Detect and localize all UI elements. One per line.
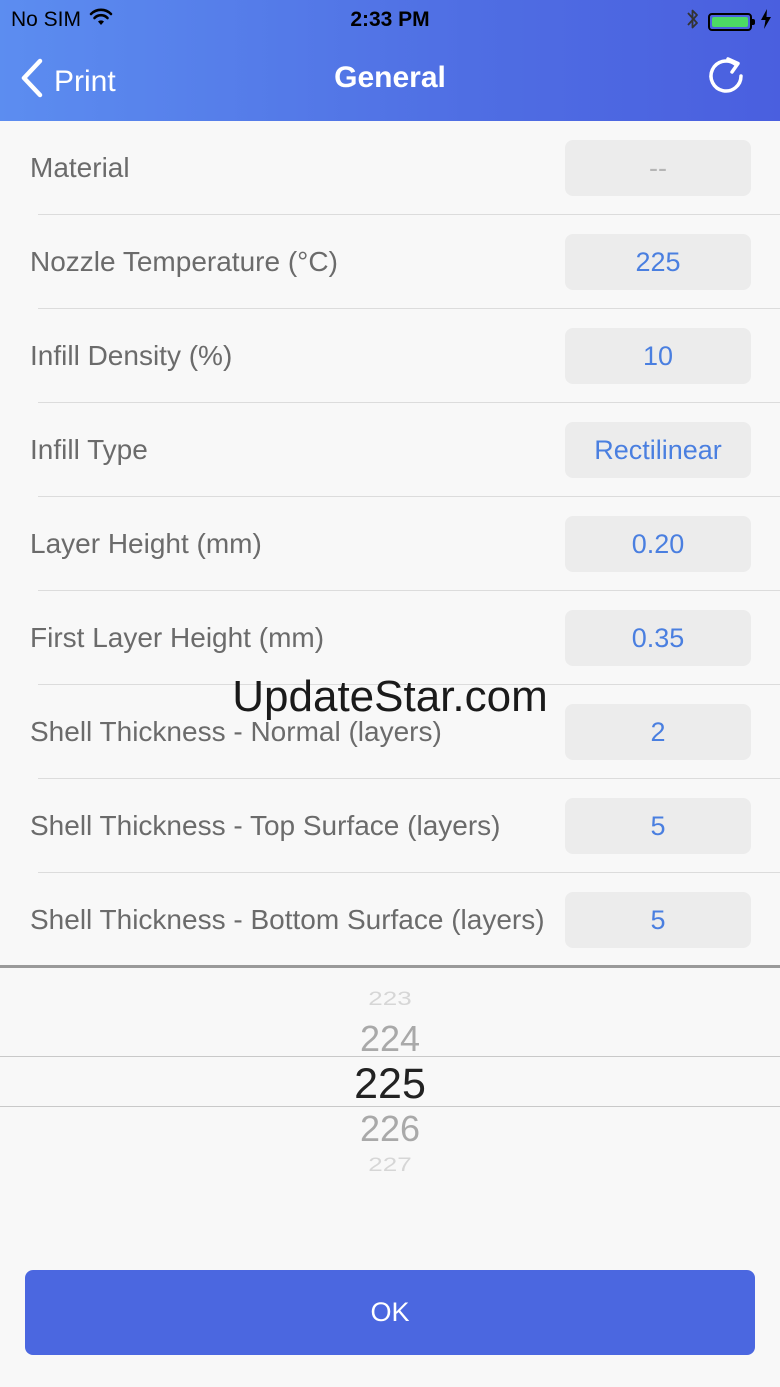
- setting-value-field[interactable]: 0.20: [565, 516, 751, 572]
- setting-row-infill-density: Infill Density (%) 10: [0, 309, 780, 403]
- page-title: General: [334, 61, 446, 94]
- bluetooth-icon: [686, 7, 700, 37]
- header: No SIM 2:33 PM Print General: [0, 0, 780, 121]
- setting-label: Material: [30, 152, 130, 183]
- status-bar: No SIM 2:33 PM: [0, 0, 780, 40]
- settings-list: Material -- Nozzle Temperature (°C) 225 …: [0, 121, 780, 967]
- setting-row-shell-normal: Shell Thickness - Normal (layers) 2: [0, 685, 780, 779]
- picker-selected-option[interactable]: 225: [0, 1060, 780, 1109]
- setting-value-field[interactable]: 5: [565, 798, 751, 854]
- setting-row-material: Material --: [0, 121, 780, 215]
- setting-row-first-layer-height: First Layer Height (mm) 0.35: [0, 591, 780, 685]
- setting-value-field[interactable]: Rectilinear: [565, 422, 751, 478]
- refresh-icon[interactable]: [706, 56, 746, 96]
- picker-option[interactable]: 223: [0, 987, 780, 1010]
- setting-value-field[interactable]: 0.35: [565, 610, 751, 666]
- setting-label: Infill Type: [30, 434, 148, 465]
- nav-bar: Print General: [0, 40, 780, 121]
- setting-row-shell-top: Shell Thickness - Top Surface (layers) 5: [0, 779, 780, 873]
- setting-label: Shell Thickness - Normal (layers): [30, 716, 442, 747]
- setting-label: First Layer Height (mm): [30, 622, 325, 653]
- setting-value-field[interactable]: 10: [565, 328, 751, 384]
- setting-row-layer-height: Layer Height (mm) 0.20: [0, 497, 780, 591]
- setting-label: Nozzle Temperature (°C): [30, 246, 338, 277]
- setting-row-shell-bottom: Shell Thickness - Bottom Surface (layers…: [0, 873, 780, 967]
- value-picker-wheel[interactable]: 223 224 225 226 227: [0, 968, 780, 1218]
- setting-value-field[interactable]: --: [565, 140, 751, 196]
- picker-option[interactable]: 227: [0, 1153, 780, 1176]
- setting-value-field[interactable]: 5: [565, 892, 751, 948]
- picker-option[interactable]: 226: [0, 1108, 780, 1150]
- picker-option[interactable]: 224: [0, 1018, 780, 1060]
- setting-row-nozzle-temperature: Nozzle Temperature (°C) 225: [0, 215, 780, 309]
- charging-icon: [760, 9, 772, 35]
- setting-label: Shell Thickness - Top Surface (layers): [30, 810, 501, 841]
- setting-value-field[interactable]: 225: [565, 234, 751, 290]
- ok-button[interactable]: OK: [25, 1270, 755, 1355]
- setting-label: Infill Density (%): [30, 340, 233, 371]
- setting-row-infill-type: Infill Type Rectilinear: [0, 403, 780, 497]
- setting-label: Shell Thickness - Bottom Surface (layers…: [30, 904, 545, 935]
- setting-value-field[interactable]: 2: [565, 704, 751, 760]
- battery-icon: [708, 13, 755, 31]
- setting-label: Layer Height (mm): [30, 528, 262, 559]
- clock: 2:33 PM: [350, 8, 430, 31]
